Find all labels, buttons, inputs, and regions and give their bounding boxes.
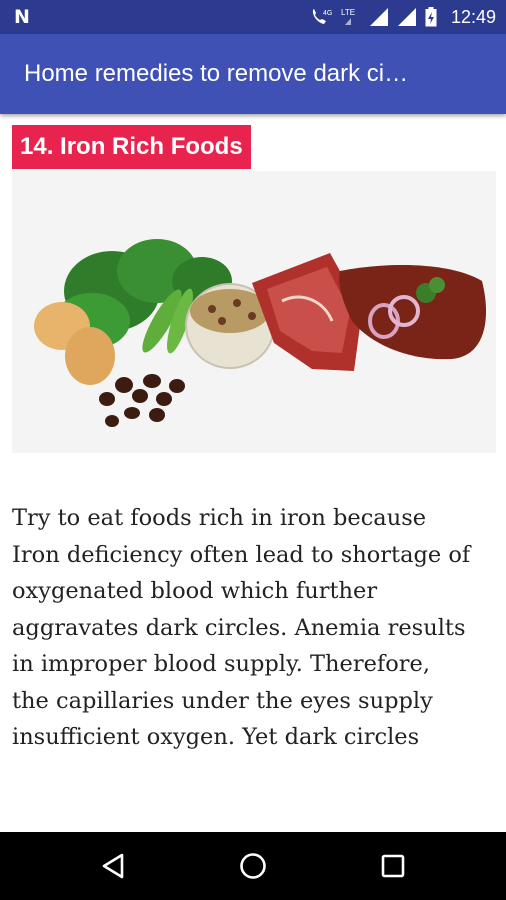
body-line: in improper blood supply. Therefore, <box>12 651 430 677</box>
article-content[interactable]: 14. Iron Rich Foods Try to eat foods ric… <box>0 114 506 832</box>
navigation-bar <box>0 832 506 900</box>
home-icon <box>240 853 266 879</box>
body-line: aggravates dark circles. Anemia results <box>12 614 466 641</box>
status-bar: N 4G LTE 12:49 <box>0 0 506 34</box>
recents-icon <box>381 854 405 878</box>
wifi-calling-icon: 4G <box>309 7 333 27</box>
back-icon <box>102 853 124 879</box>
section-heading: 14. Iron Rich Foods <box>12 125 251 169</box>
signal-icon <box>397 7 417 27</box>
lte-icon: LTE <box>341 7 361 27</box>
status-time: 12:49 <box>450 6 496 27</box>
signal-icon <box>369 7 389 27</box>
body-line: the capillaries under the eyes supply <box>12 687 433 714</box>
recents-button[interactable] <box>373 846 413 886</box>
body-line: Try to eat foods rich in iron because <box>12 505 427 531</box>
body-line: oxygenated blood which further <box>12 578 378 604</box>
back-button[interactable] <box>93 846 133 886</box>
notification-n-icon: N <box>14 6 30 28</box>
battery-icon <box>425 7 437 27</box>
article-body: Try to eat foods rich in iron because Ir… <box>12 500 498 756</box>
network-label: 4G <box>323 10 332 17</box>
app-bar: Home remedies to remove dark ci… <box>0 34 506 114</box>
app-title: Home remedies to remove dark ci… <box>24 60 409 87</box>
svg-text:LTE: LTE <box>341 8 355 17</box>
body-line: Iron deficiency often lead to shortage o… <box>12 541 471 568</box>
home-button[interactable] <box>233 846 273 886</box>
body-line: insufficient oxygen. Yet dark circles <box>12 724 420 750</box>
food-image <box>12 171 496 453</box>
status-icons: 4G LTE 12:49 <box>309 0 496 34</box>
